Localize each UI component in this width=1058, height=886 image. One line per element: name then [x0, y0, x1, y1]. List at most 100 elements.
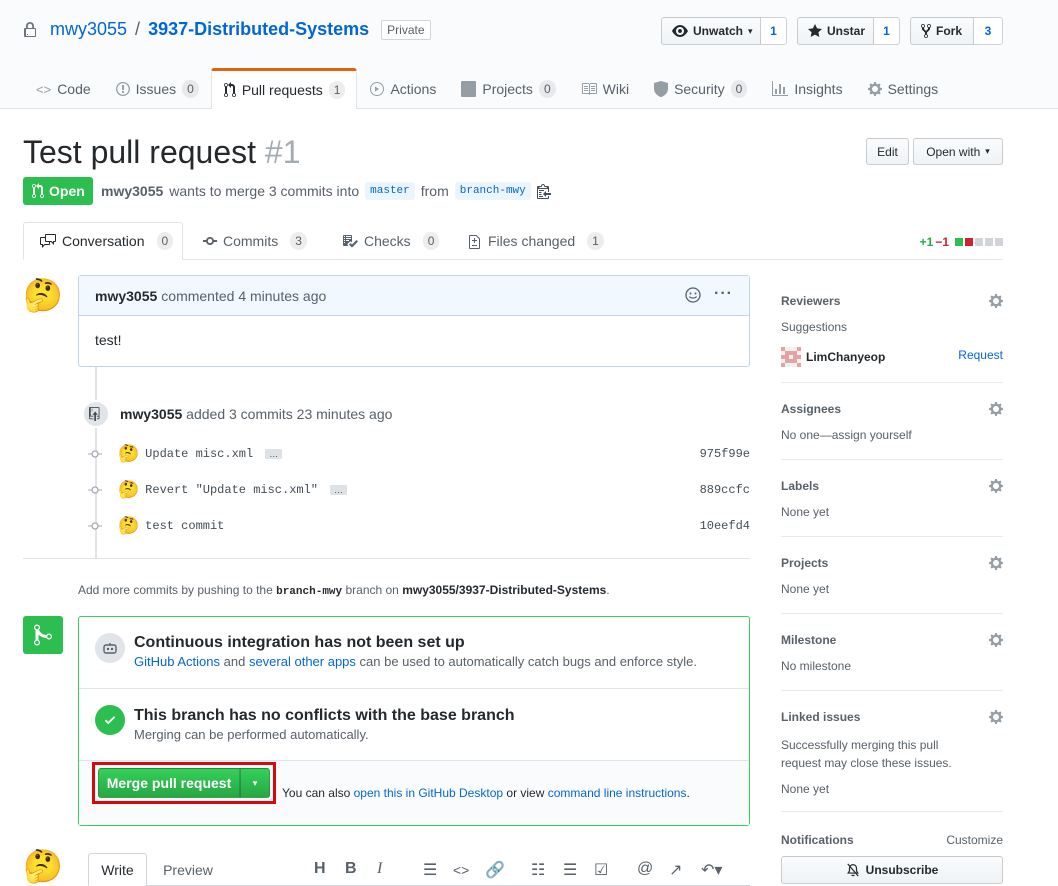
open-in-desktop-link[interactable]: open this in GitHub Desktop	[354, 786, 503, 800]
linked-issues-heading[interactable]: Linked issues	[781, 710, 860, 724]
link-icon[interactable]: 🔗	[485, 860, 505, 880]
customize-notifications-link[interactable]: Customize	[946, 833, 1003, 847]
avatar[interactable]: 🤔	[23, 275, 63, 315]
commit-author-avatar[interactable]: 🤔	[118, 444, 139, 464]
avatar[interactable]: 🤔	[23, 846, 63, 886]
tab-files-changed[interactable]: Files changed 1	[469, 222, 604, 260]
write-tab[interactable]: Write	[88, 853, 147, 886]
ordered-list-icon[interactable]: ☰	[563, 860, 577, 880]
preview-tab[interactable]: Preview	[154, 853, 222, 886]
italic-icon[interactable]: I	[377, 860, 382, 878]
merge-pull-request-button[interactable]: Merge pull request	[98, 768, 240, 798]
sidebar-projects: Projects None yet	[781, 537, 1003, 614]
repo-name-link[interactable]: 3937-Distributed-Systems	[148, 19, 369, 40]
suggested-reviewer-name[interactable]: LimChanyeop	[806, 350, 885, 364]
head-branch[interactable]: branch-mwy	[454, 182, 531, 200]
tab-conversation[interactable]: Conversation 0	[23, 222, 183, 260]
gear-icon[interactable]	[989, 478, 1003, 494]
eye-icon	[672, 23, 688, 39]
open-with-label: Open with	[926, 144, 981, 159]
tab-security[interactable]: Security 0	[641, 68, 759, 109]
pr-author-link[interactable]: mwy3055	[101, 183, 163, 199]
diffstat-removed: −1	[935, 235, 949, 249]
stargazers-count[interactable]: 1	[874, 17, 900, 45]
base-branch[interactable]: master	[365, 182, 415, 200]
comment-author-link[interactable]: mwy3055	[95, 288, 157, 304]
tab-files-changed-label: Files changed	[488, 233, 576, 249]
tab-commits[interactable]: Commits 3	[203, 222, 307, 260]
book-icon	[581, 81, 597, 97]
pr-number: #1	[264, 134, 301, 170]
task-list-icon[interactable]: ☑	[594, 860, 608, 880]
suggested-reviewer: LimChanyeop	[781, 347, 885, 367]
expand-commit-button[interactable]: …	[330, 485, 347, 495]
fork-icon	[921, 23, 931, 39]
commit-message-link[interactable]: Update misc.xml	[145, 447, 253, 461]
edit-title-button[interactable]: Edit	[866, 138, 909, 165]
security-counter: 0	[730, 80, 748, 98]
reviewers-heading[interactable]: Reviewers	[781, 294, 840, 308]
gear-icon[interactable]	[989, 401, 1003, 417]
clipboard-icon[interactable]	[536, 183, 551, 199]
reply-icon[interactable]: ↶▾	[701, 860, 722, 880]
quote-icon[interactable]: ☰	[423, 860, 437, 880]
forks-count[interactable]: 3	[974, 17, 1003, 45]
kebab-horizontal-icon[interactable]: ···	[714, 285, 733, 303]
unstar-button[interactable]: Unstar	[797, 17, 874, 45]
tab-insights[interactable]: Insights	[759, 68, 854, 109]
repo-header: mwy3055 / 3937-Distributed-Systems Priva…	[0, 0, 1058, 109]
unsubscribe-button[interactable]: Unsubscribe	[781, 856, 1003, 884]
expand-commit-button[interactable]: …	[265, 449, 283, 459]
also-prefix: You can also	[282, 786, 351, 800]
merge-method-dropdown[interactable]: ▾	[240, 768, 270, 798]
github-actions-link[interactable]: GitHub Actions	[134, 654, 220, 669]
pr-tabnav: Conversation 0 Commits 3 Checks 0 Files …	[23, 222, 1003, 260]
commit-message-link[interactable]: Revert "Update misc.xml"	[145, 483, 318, 497]
tab-code-label: Code	[57, 81, 91, 97]
tab-pull-requests[interactable]: Pull requests 1	[210, 68, 358, 109]
tab-issues[interactable]: Issues 0	[103, 68, 211, 109]
tab-wiki[interactable]: Wiki	[568, 68, 641, 109]
heading-icon[interactable]: H	[314, 860, 326, 878]
commit-sha-link[interactable]: 975f99e	[700, 447, 750, 461]
request-review-button[interactable]: Request	[958, 348, 1003, 362]
unordered-list-icon[interactable]: ☷	[531, 860, 545, 880]
commit-author-avatar[interactable]: 🤔	[118, 516, 139, 536]
tab-settings[interactable]: Settings	[855, 68, 951, 109]
gear-icon[interactable]	[989, 293, 1003, 309]
push-note-repo: mwy3055/3937-Distributed-Systems	[402, 583, 607, 597]
cross-reference-icon[interactable]: ↗	[669, 860, 682, 880]
assignees-heading[interactable]: Assignees	[781, 402, 841, 416]
other-apps-link[interactable]: several other apps	[249, 654, 356, 669]
gear-icon[interactable]	[989, 709, 1003, 725]
code-icon[interactable]: <>	[453, 862, 469, 878]
smiley-icon[interactable]	[685, 287, 701, 303]
tab-checks[interactable]: Checks 0	[342, 222, 440, 260]
assignees-value[interactable]: No one—assign yourself	[781, 428, 912, 442]
unwatch-button[interactable]: Unwatch ▾	[661, 17, 761, 45]
milestone-heading[interactable]: Milestone	[781, 633, 836, 647]
labels-heading[interactable]: Labels	[781, 479, 819, 493]
tab-projects[interactable]: Projects 0	[448, 68, 567, 109]
command-line-instructions-link[interactable]: command line instructions	[548, 786, 687, 800]
commit-sha-link[interactable]: 10eefd4	[700, 519, 750, 533]
tab-wiki-label: Wiki	[602, 81, 630, 97]
milestone-value: No milestone	[781, 659, 852, 673]
open-with-button[interactable]: Open with ▾	[913, 138, 1003, 165]
tab-checks-label: Checks	[364, 233, 411, 249]
repo-owner-link[interactable]: mwy3055	[50, 19, 127, 40]
bold-icon[interactable]: B	[345, 860, 357, 878]
tab-code[interactable]: <> Code	[23, 68, 103, 109]
mention-icon[interactable]: @	[637, 860, 653, 878]
gear-icon[interactable]	[989, 632, 1003, 648]
commit-author-avatar[interactable]: 🤔	[118, 480, 139, 500]
commits-event-author[interactable]: mwy3055	[120, 406, 182, 422]
watchers-count[interactable]: 1	[761, 17, 787, 45]
ci-section: Continuous integration has not been set …	[79, 617, 749, 689]
gear-icon[interactable]	[989, 555, 1003, 571]
projects-heading[interactable]: Projects	[781, 556, 828, 570]
tab-actions[interactable]: Actions	[357, 68, 448, 109]
fork-button[interactable]: Fork	[910, 17, 974, 45]
commit-sha-link[interactable]: 889ccfc	[700, 483, 750, 497]
commit-message-link[interactable]: test commit	[145, 519, 224, 533]
